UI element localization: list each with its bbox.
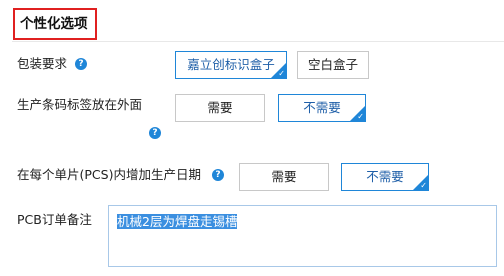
- remark-textarea[interactable]: 机械2层为焊盘走锡槽: [108, 205, 497, 267]
- help-icon[interactable]: ?: [212, 169, 224, 181]
- help-icon[interactable]: ?: [149, 127, 161, 139]
- packaging-option-logo-box-label: 嘉立创标识盒子: [187, 57, 275, 72]
- checkmark-icon: ✓: [420, 181, 427, 190]
- date-option-yes-label: 需要: [271, 169, 297, 184]
- packaging-option-blank-box-label: 空白盒子: [307, 57, 358, 72]
- checkmark-icon: ✓: [357, 112, 364, 121]
- section-title: 个性化选项: [13, 8, 97, 40]
- barcode-option-yes-label: 需要: [207, 100, 233, 115]
- barcode-option-no[interactable]: 不需要 ✓: [278, 94, 366, 122]
- date-option-no[interactable]: 不需要 ✓: [341, 163, 429, 191]
- packaging-option-blank-box[interactable]: 空白盒子: [297, 51, 369, 79]
- date-label: 在每个单片(PCS)内增加生产日期: [17, 167, 201, 182]
- remark-label: PCB订单备注: [17, 212, 92, 227]
- barcode-option-no-label: 不需要: [303, 100, 341, 115]
- date-option-no-label: 不需要: [366, 169, 404, 184]
- section-divider: [12, 41, 504, 42]
- packaging-option-logo-box[interactable]: 嘉立创标识盒子 ✓: [175, 51, 287, 79]
- remark-text: 机械2层为焊盘走锡槽: [117, 214, 238, 229]
- checkmark-icon: ✓: [278, 69, 285, 78]
- barcode-label: 生产条码标签放在外面: [17, 97, 143, 112]
- packaging-label: 包装要求: [17, 56, 68, 71]
- barcode-option-yes[interactable]: 需要: [175, 94, 265, 122]
- date-option-yes[interactable]: 需要: [239, 163, 329, 191]
- help-icon[interactable]: ?: [75, 58, 87, 70]
